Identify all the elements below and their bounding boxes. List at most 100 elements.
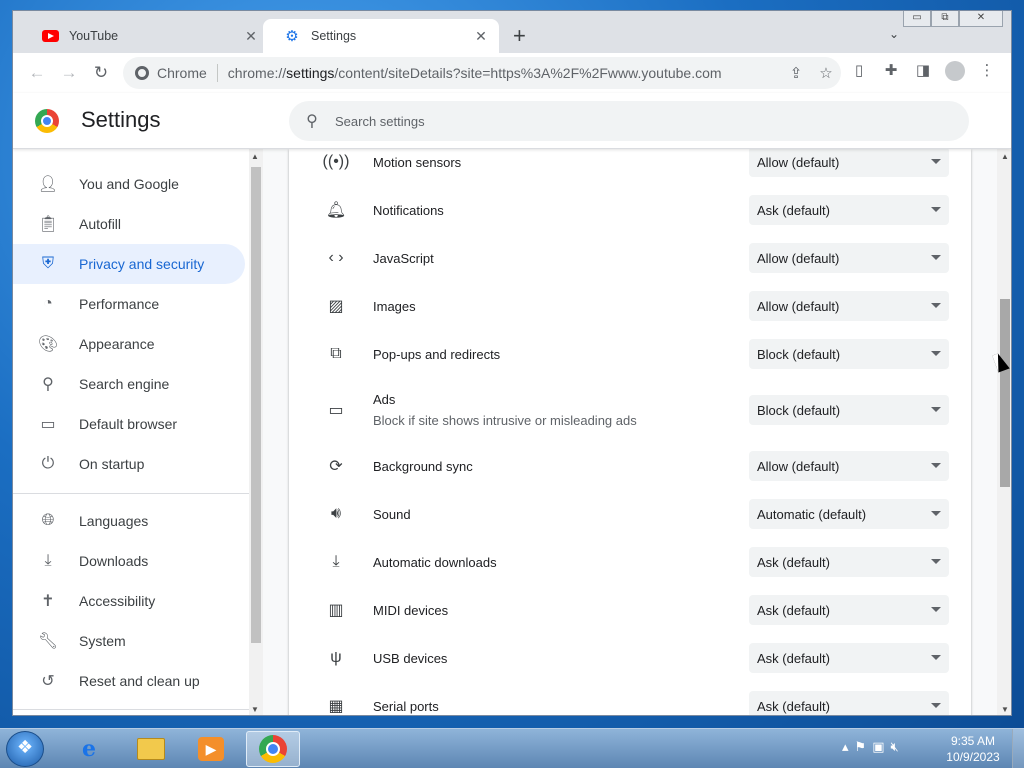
scroll-up-arrow-icon[interactable]: ▲ — [1001, 152, 1009, 161]
search-settings-box[interactable]: ⚲ — [289, 101, 969, 141]
internet-explorer-icon[interactable]: e — [62, 731, 116, 767]
extensions-puzzle-icon[interactable]: ✚ — [875, 61, 907, 81]
sidebar-item-you-and-google[interactable]: 👤︎ You and Google — [13, 164, 245, 204]
permission-select-value: Ask (default) — [757, 698, 830, 714]
permission-select-value: Block (default) — [757, 402, 841, 418]
sidebar-item-default-browser[interactable]: ▭ Default browser — [13, 404, 245, 444]
piano-icon: ▥ — [328, 602, 344, 619]
more-menu-icon[interactable]: ⋮ — [971, 61, 1003, 81]
sidebar-item-languages[interactable]: 🌐︎ Languages — [13, 501, 245, 541]
permission-select-ads[interactable]: Block (default) — [749, 395, 949, 425]
permission-select-motion-sensors[interactable]: Allow (default) — [749, 149, 949, 177]
code-icon: ‹ › — [328, 249, 344, 266]
taskbar-clock[interactable]: 9:35 AM 10/9/2023 — [940, 733, 1006, 765]
search-settings-input[interactable] — [335, 113, 969, 129]
forward-arrow-icon[interactable]: → — [53, 63, 85, 83]
chrome-logo-icon — [35, 109, 59, 133]
address-bar[interactable]: Chrome chrome://settings/content/siteDet… — [123, 57, 841, 89]
close-window-button[interactable]: ✕ — [959, 11, 1003, 27]
permission-select-serial-ports[interactable]: Ask (default) — [749, 691, 949, 715]
person-icon: 👤︎ — [37, 176, 59, 193]
dropdown-caret-icon — [931, 303, 941, 308]
tray-expand-icon[interactable]: ▴ — [842, 739, 849, 755]
permission-select-value: Allow (default) — [757, 250, 840, 266]
power-icon: ⏻ — [41, 455, 55, 472]
new-tab-button[interactable]: + — [513, 25, 526, 47]
file-explorer-icon[interactable] — [124, 731, 178, 767]
share-icon[interactable]: ⇪ — [781, 64, 811, 82]
clock-date: 10/9/2023 — [946, 750, 1000, 764]
sidebar-item-performance[interactable]: ◔ Performance — [13, 284, 245, 324]
restore-button[interactable]: ⧉ — [931, 11, 959, 27]
sidebar-item-on-startup[interactable]: ⏻ On startup — [13, 444, 245, 484]
reading-list-icon[interactable]: ▯ — [843, 61, 875, 81]
permission-row-background-sync: ⟳ Background sync Allow (default) — [289, 451, 971, 481]
sidebar-item-label: System — [79, 633, 126, 649]
permission-select-midi-devices[interactable]: Ask (default) — [749, 595, 949, 625]
permission-select-automatic-downloads[interactable]: Ask (default) — [749, 547, 949, 577]
action-center-flag-icon[interactable]: ⚑ — [855, 739, 867, 755]
network-icon[interactable]: ▣ — [872, 739, 884, 755]
show-desktop-button[interactable] — [1012, 729, 1024, 768]
search-icon: ⚲ — [42, 376, 54, 393]
sidebar-divider — [13, 709, 249, 710]
chrome-site-chip[interactable]: Chrome — [135, 65, 207, 81]
scroll-down-arrow-icon[interactable]: ▼ — [1001, 705, 1009, 714]
permission-select-value: Ask (default) — [757, 554, 830, 570]
dropdown-caret-icon — [931, 511, 941, 516]
permission-select-sound[interactable]: Automatic (default) — [749, 499, 949, 529]
sidebar-item-label: Privacy and security — [79, 256, 205, 272]
sidebar-item-appearance[interactable]: 🎨︎ Appearance — [13, 324, 245, 364]
speedometer-icon: ◔ — [43, 295, 53, 312]
close-tab-icon[interactable]: ✕ — [473, 28, 489, 45]
start-button[interactable] — [6, 731, 44, 767]
permission-select-background-sync[interactable]: Allow (default) — [749, 451, 949, 481]
sidebar-item-accessibility[interactable]: ✝ Accessibility — [13, 581, 245, 621]
back-arrow-icon[interactable]: ← — [21, 63, 53, 83]
scroll-down-arrow-icon[interactable]: ▼ — [251, 705, 259, 714]
dropdown-caret-icon — [931, 463, 941, 468]
volume-muted-icon[interactable]: 🔇︎ — [890, 739, 898, 755]
tab-search-chevron-icon[interactable]: ⌄ — [889, 27, 899, 41]
dropdown-caret-icon — [931, 703, 941, 708]
youtube-logo-icon — [41, 29, 59, 43]
sidebar-item-autofill[interactable]: 📋︎ Autofill — [13, 204, 245, 244]
dropdown-caret-icon — [931, 559, 941, 564]
sidebar-divider — [13, 493, 249, 494]
sidebar-item-system[interactable]: 🔧︎ System — [13, 621, 245, 661]
main-scrollbar-thumb[interactable] — [1000, 299, 1010, 487]
reload-icon[interactable]: ↻ — [85, 63, 117, 83]
star-icon[interactable]: ☆ — [811, 64, 841, 82]
ads-icon: ▭ — [328, 402, 344, 419]
chrome-taskbar-icon[interactable] — [246, 731, 300, 767]
minimize-button[interactable]: ▭ — [903, 11, 931, 27]
permission-row-serial-ports: ▦ Serial ports Ask (default) — [289, 691, 971, 715]
sidebar-scrollbar-thumb[interactable] — [251, 167, 261, 643]
side-panel-icon[interactable]: ◨ — [907, 61, 939, 81]
sidebar-item-downloads[interactable]: ⤓ Downloads — [13, 541, 245, 581]
gear-icon: ⚙ — [285, 27, 299, 45]
dropdown-caret-icon — [931, 407, 941, 412]
sidebar-item-label: Autofill — [79, 216, 122, 232]
tab-settings[interactable]: ⚙ Settings ✕ — [263, 19, 499, 53]
close-tab-icon[interactable]: ✕ — [243, 28, 259, 45]
media-player-icon[interactable]: ▶ — [184, 731, 238, 767]
serial-icon: ▦ — [328, 698, 344, 715]
permission-select-popups[interactable]: Block (default) — [749, 339, 949, 369]
permission-select-usb-devices[interactable]: Ask (default) — [749, 643, 949, 673]
sidebar-item-search-engine[interactable]: ⚲ Search engine — [13, 364, 245, 404]
profile-avatar-icon[interactable] — [945, 61, 965, 81]
scroll-up-arrow-icon[interactable]: ▲ — [251, 152, 259, 161]
sidebar-scrollbar[interactable]: ▲ ▼ — [249, 149, 263, 715]
sidebar-item-reset-and-clean-up[interactable]: ↺ Reset and clean up — [13, 661, 245, 701]
permission-select-notifications[interactable]: Ask (default) — [749, 195, 949, 225]
sidebar-item-privacy-and-security[interactable]: ⛨ Privacy and security — [13, 244, 245, 284]
permission-row-javascript: ‹ › JavaScript Allow (default) — [289, 243, 971, 273]
shield-icon: ⛨ — [41, 255, 54, 272]
main-scrollbar[interactable]: ▲ ▼ — [997, 149, 1011, 715]
permission-select-images[interactable]: Allow (default) — [749, 291, 949, 321]
palette-icon: 🎨︎ — [37, 336, 59, 353]
sidebar-item-label: Appearance — [79, 336, 155, 352]
tab-youtube[interactable]: YouTube ✕ — [21, 19, 269, 53]
permission-select-javascript[interactable]: Allow (default) — [749, 243, 949, 273]
